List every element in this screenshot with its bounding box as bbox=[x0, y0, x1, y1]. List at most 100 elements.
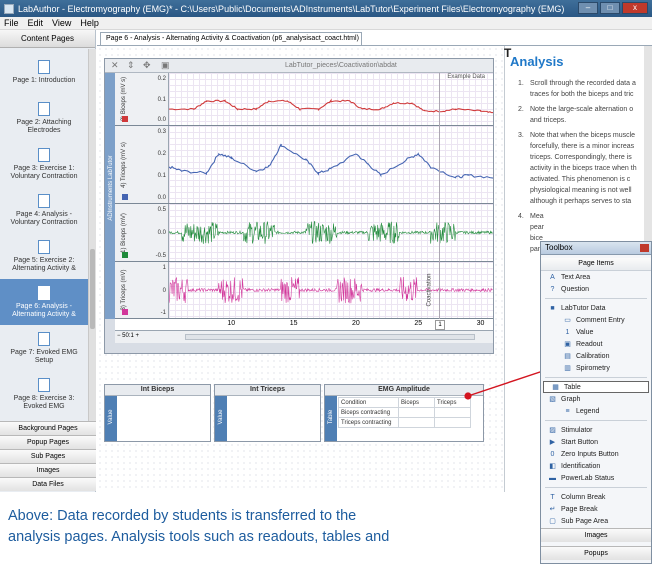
y-tick-label: 0.2 bbox=[157, 151, 166, 157]
page-label: Page 3: Exercise 1: Voluntary Contractio… bbox=[10, 164, 78, 180]
y-tick-label: -1 bbox=[160, 310, 166, 316]
toolbox-item[interactable]: ▭ Comment Entry bbox=[541, 314, 651, 326]
sidebar-tab[interactable]: Sub Pages bbox=[0, 449, 96, 463]
page-label: Page 4: Analysis - Voluntary Contraction bbox=[10, 210, 78, 226]
int-triceps-value[interactable]: Int Triceps Value bbox=[214, 384, 321, 442]
plot-area[interactable] bbox=[169, 126, 493, 203]
toolbox-item[interactable]: ▶ Start Button bbox=[541, 436, 651, 448]
toolbox-item[interactable]: ? Question bbox=[541, 283, 651, 295]
series-color-swatch bbox=[122, 309, 128, 315]
page-label: Page 8: Exercise 3: Evoked EMG bbox=[13, 394, 75, 410]
toolbox-item-label: Text Area bbox=[561, 273, 591, 281]
page-thumbnail[interactable]: Page 6: Analysis - Alternating Activity … bbox=[0, 279, 88, 325]
sidebar-section-tabs: Background Pages Popup Pages Sub Pages Imag… bbox=[0, 421, 96, 491]
chart-channel[interactable]: 1) Biceps (mV) 0.5 0.0 -0.5 bbox=[115, 204, 493, 262]
value-cell[interactable] bbox=[398, 407, 435, 418]
value-cell[interactable] bbox=[434, 417, 471, 428]
page-items-header[interactable]: Page Items bbox=[541, 258, 651, 271]
maximize-button[interactable]: □ bbox=[600, 2, 620, 14]
channel-label: 2) Biceps (mV s) bbox=[121, 76, 127, 122]
content-pages-sidebar: Content Pages Page 1: Introduction Page 2… bbox=[0, 30, 96, 492]
emg-amplitude-table[interactable]: EMG Amplitude Table Condition Biceps Trice… bbox=[324, 384, 484, 442]
toolbox-item[interactable]: 0 Zero Inputs Button bbox=[541, 448, 651, 460]
toolbox-item-label: Stimulator bbox=[561, 426, 593, 434]
sidebar-tab[interactable]: Background Pages bbox=[0, 421, 96, 435]
toolbox-separator bbox=[545, 487, 647, 488]
toolbox-item[interactable]: T Column Break bbox=[541, 491, 651, 503]
toolbox-tab-popups[interactable]: Popups bbox=[541, 546, 651, 560]
vertical-resize-icon[interactable]: ⇕ bbox=[127, 60, 135, 71]
toolbox-item-label: LabTutor Data bbox=[561, 304, 606, 312]
page-thumbnail[interactable]: Page 7: Evoked EMG Setup bbox=[0, 325, 88, 371]
page-thumbnail[interactable]: Page 5: Exercise 2: Alternating Activity… bbox=[0, 233, 88, 279]
toolbox-item[interactable]: ◧ Identification bbox=[541, 460, 651, 472]
page-label: Page 6: Analysis - Alternating Activity … bbox=[12, 302, 76, 318]
menu-file[interactable]: File bbox=[4, 18, 19, 28]
menu-view[interactable]: View bbox=[52, 18, 71, 28]
chart-channel[interactable]: 2) Biceps (mV s) 0.2 0.1 0.0 Example Data bbox=[115, 73, 493, 126]
toolbox-item[interactable]: ▨ Stimulator bbox=[541, 424, 651, 436]
menu-edit[interactable]: Edit bbox=[28, 18, 44, 28]
close-icon[interactable]: ✕ bbox=[111, 60, 119, 71]
series-line bbox=[169, 143, 493, 179]
value-side-label: Value bbox=[215, 396, 227, 441]
page-thumbnail[interactable]: Page 2: Attaching Electrodes bbox=[0, 95, 88, 141]
settings-icon[interactable]: ▣ bbox=[161, 60, 170, 71]
sidebar-header[interactable]: Content Pages bbox=[0, 30, 95, 48]
toolbox-tab-images[interactable]: Images bbox=[541, 528, 651, 542]
toolbox-item[interactable]: ▣ Readout bbox=[541, 338, 651, 350]
page-document-icon bbox=[38, 331, 50, 346]
toolbox-item[interactable]: ■ LabTutor Data bbox=[541, 302, 651, 314]
plot-area[interactable] bbox=[169, 204, 493, 261]
toolbox-close-icon[interactable] bbox=[640, 244, 649, 252]
page-thumbnail[interactable]: Page 4: Analysis - Voluntary Contraction bbox=[0, 187, 88, 233]
chart-scroll-bar[interactable]: − 50:1 + bbox=[115, 331, 493, 343]
chart-channel[interactable]: 4) Triceps (mV s) 0.3 0.2 0.1 0.0 bbox=[115, 126, 493, 204]
toolbox-item[interactable]: ↵ Page Break bbox=[541, 503, 651, 515]
minimize-button[interactable]: – bbox=[578, 2, 598, 14]
analysis-step: 3. Note that when the biceps muscle forcef… bbox=[518, 130, 648, 207]
plot-area[interactable] bbox=[169, 262, 493, 318]
sidebar-tab[interactable]: Data Files bbox=[0, 477, 96, 491]
toolbox-item[interactable]: A Text Area bbox=[541, 271, 651, 283]
sidebar-tab[interactable]: Images bbox=[0, 463, 96, 477]
sidebar-scrollbar[interactable] bbox=[88, 49, 96, 421]
value-cell[interactable] bbox=[398, 417, 435, 428]
step-text-line: and triceps. bbox=[530, 117, 567, 124]
toolbox-item[interactable]: ▢ Sub Page Area bbox=[541, 515, 651, 527]
toolbox-item[interactable]: 1 Value bbox=[541, 326, 651, 338]
toolbox-title-bar[interactable]: Toolbox bbox=[541, 242, 651, 255]
toolbox-item[interactable]: ▧ Graph bbox=[541, 393, 651, 405]
toolbox-item[interactable]: ▬ PowerLab Status bbox=[541, 472, 651, 484]
toolbox-item[interactable]: ≡ Legend bbox=[541, 405, 651, 417]
labtutor-data-chart[interactable]: ✕ ⇕ ✥ ▣ LabTutor_pieces\Coactivation\abd… bbox=[104, 58, 494, 354]
move-icon[interactable]: ✥ bbox=[143, 60, 151, 71]
table-header-cell: Biceps bbox=[398, 397, 435, 408]
value-cell[interactable] bbox=[434, 407, 471, 418]
int-biceps-value[interactable]: Int Biceps Value bbox=[104, 384, 211, 442]
page-document-icon bbox=[38, 193, 50, 208]
sidebar-scroll-thumb[interactable] bbox=[90, 249, 95, 329]
zoom-control[interactable]: − 50:1 + bbox=[117, 333, 139, 339]
page-thumbnail[interactable]: Page 3: Exercise 1: Voluntary Contractio… bbox=[0, 141, 88, 187]
step-number: 2. bbox=[518, 106, 524, 113]
toolbox-item-icon: ▬ bbox=[549, 474, 556, 482]
chart-channel[interactable]: 3) Triceps (mV) 1 0 -1 bbox=[115, 262, 493, 319]
document-tab[interactable]: Page 6 - Analysis - Alternating Activity… bbox=[100, 32, 362, 45]
menu-help[interactable]: Help bbox=[80, 18, 99, 28]
toolbox-item[interactable]: ▤ Calibration bbox=[541, 350, 651, 362]
table-side-text: Table bbox=[328, 409, 334, 425]
window-title: LabAuthor - Electromyography (EMG)* - C:… bbox=[18, 3, 565, 14]
sidebar-tab[interactable]: Popup Pages bbox=[0, 435, 96, 449]
page-thumbnail[interactable]: Page 1: Introduction bbox=[0, 49, 88, 95]
coactivation-marker[interactable] bbox=[439, 73, 440, 319]
toolbox-items: A Text Area? Question ■ LabTutor Data ▭ Commen… bbox=[541, 271, 651, 527]
step-text-line: activated. This phenomenon is c bbox=[530, 176, 631, 183]
plot-area[interactable]: Example Data bbox=[169, 73, 493, 125]
toolbox-item[interactable]: ▦ Table bbox=[543, 381, 649, 393]
toolbox-item[interactable]: ▥ Spirometry bbox=[541, 362, 651, 374]
toolbox-separator bbox=[545, 420, 647, 421]
time-scroll-track[interactable] bbox=[185, 334, 475, 340]
close-button[interactable]: x bbox=[622, 2, 648, 14]
page-thumbnail[interactable]: Page 8: Exercise 3: Evoked EMG bbox=[0, 371, 88, 417]
